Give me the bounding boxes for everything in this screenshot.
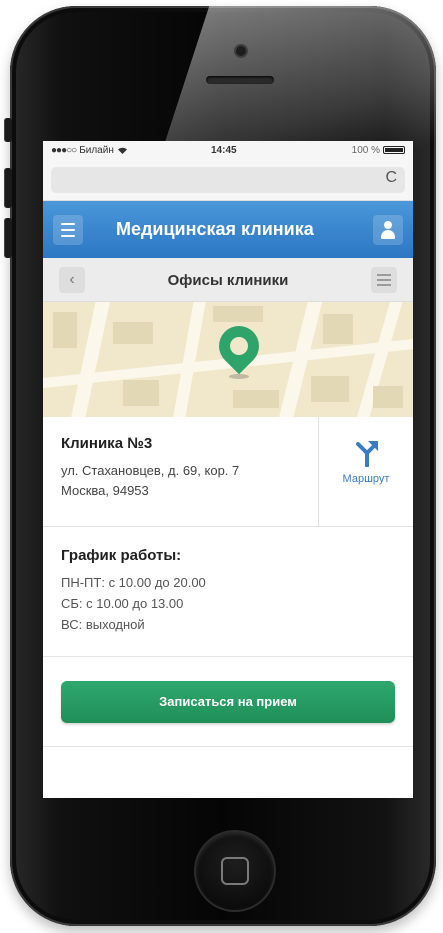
schedule-title: График работы: — [61, 547, 182, 564]
route-icon — [356, 441, 378, 467]
schedule-sunday: ВС: выходной — [61, 617, 145, 632]
volume-up-button — [4, 168, 12, 208]
status-bar: ●●●○○ Билайн 14:45 100 % — [43, 141, 413, 159]
map-building — [323, 314, 353, 344]
map-pin-shadow — [229, 374, 249, 379]
booking-section: Записаться на прием — [43, 657, 413, 747]
map-building — [123, 380, 159, 406]
map-building — [213, 306, 263, 322]
clinic-map[interactable] — [43, 302, 413, 417]
status-time: 14:45 — [211, 144, 237, 156]
map-building — [53, 312, 77, 348]
user-icon[interactable] — [373, 215, 403, 245]
battery-icon — [383, 146, 405, 154]
clinic-card: Клиника №3 ул. Стахановцев, д. 69, кор. … — [43, 417, 413, 527]
schedule-weekdays: ПН-ПТ: с 10.00 до 20.00 — [61, 575, 206, 590]
route-button[interactable]: Маршрут — [318, 417, 413, 527]
book-appointment-button[interactable]: Записаться на прием — [61, 681, 395, 723]
browser-address-bar: C — [43, 159, 413, 201]
clinic-name: Клиника №3 — [61, 435, 153, 452]
reload-icon[interactable]: C — [385, 169, 397, 187]
schedule-section: График работы: ПН-ПТ: с 10.00 до 20.00 С… — [43, 527, 413, 657]
app-header: Медицинская клиника — [43, 201, 413, 258]
list-icon[interactable] — [371, 267, 397, 293]
wifi-icon — [117, 147, 127, 154]
url-field[interactable]: C — [51, 167, 405, 193]
map-building — [113, 322, 153, 344]
home-square-icon — [221, 857, 249, 885]
phone-screen: ●●●○○ Билайн 14:45 100 % C Медицинская к… — [43, 141, 413, 798]
app-title: Медицинская клиника — [116, 219, 314, 239]
clinic-address-city: Москва, 94953 — [61, 483, 149, 498]
sub-header: ‹ Офисы клиники — [43, 258, 413, 302]
map-building — [311, 376, 349, 402]
map-street — [169, 302, 209, 417]
volume-down-button — [4, 218, 12, 258]
earpiece-speaker — [206, 76, 274, 84]
page-title: Офисы клиники — [167, 272, 289, 289]
carrier-name: Билайн — [79, 144, 114, 156]
battery-percent: 100 % — [351, 144, 380, 156]
route-label: Маршрут — [342, 473, 390, 485]
front-camera — [236, 46, 246, 56]
home-button[interactable] — [196, 832, 274, 910]
clinic-address-street: ул. Стахановцев, д. 69, кор. 7 — [61, 463, 240, 478]
map-building — [373, 386, 403, 408]
schedule-saturday: СБ: с 10.00 до 13.00 — [61, 596, 184, 611]
hamburger-menu-icon[interactable] — [53, 215, 83, 245]
map-building — [233, 390, 279, 408]
signal-dots-icon: ●●●○○ — [51, 144, 77, 156]
mute-switch — [4, 118, 12, 142]
